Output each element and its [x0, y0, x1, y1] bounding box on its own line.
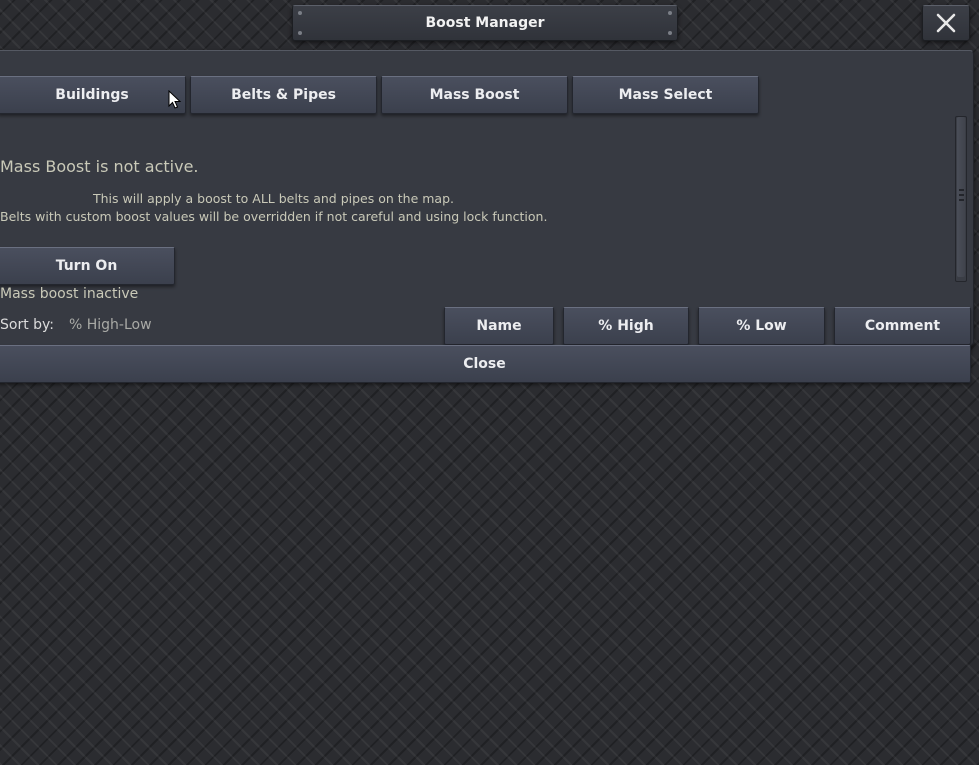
close-icon: [936, 13, 956, 33]
button-label: Comment: [864, 318, 941, 334]
sort-current-value: % High-Low: [69, 317, 152, 333]
turn-on-button[interactable]: Turn On: [0, 247, 175, 285]
close-button[interactable]: Close: [0, 345, 971, 383]
rivet: [298, 31, 302, 35]
scrollbar-thumb[interactable]: [957, 117, 965, 277]
sort-high-button[interactable]: % High: [563, 307, 689, 345]
mass-boost-description-line2: Belts with custom boost values will be o…: [0, 209, 548, 224]
sort-name-button[interactable]: Name: [444, 307, 554, 345]
tab-label: Buildings: [55, 87, 129, 103]
sort-comment-button[interactable]: Comment: [834, 307, 971, 345]
window-close-button[interactable]: [922, 5, 970, 41]
sort-low-button[interactable]: % Low: [698, 307, 825, 345]
window-title-bar: Boost Manager: [292, 5, 678, 41]
button-label: % High: [598, 318, 654, 334]
mass-boost-status-text: Mass boost inactive: [0, 286, 139, 302]
mass-boost-status-heading: Mass Boost is not active.: [0, 157, 199, 176]
button-label: % Low: [736, 318, 787, 334]
grip-line: [959, 189, 964, 191]
button-label: Name: [476, 318, 522, 334]
vertical-scrollbar[interactable]: [955, 116, 967, 282]
rivet: [298, 11, 302, 15]
grip-line: [959, 194, 964, 196]
tab-mass-select[interactable]: Mass Select: [572, 76, 759, 114]
button-label: Turn On: [55, 258, 118, 274]
mass-boost-description-line1: This will apply a boost to ALL belts and…: [93, 191, 454, 206]
button-label: Close: [463, 356, 506, 372]
rivet: [668, 31, 672, 35]
rivet: [668, 11, 672, 15]
window-title: Boost Manager: [425, 15, 545, 31]
tab-label: Mass Boost: [429, 87, 520, 103]
tab-buildings[interactable]: Buildings: [0, 76, 186, 114]
tab-belts-pipes[interactable]: Belts & Pipes: [190, 76, 377, 114]
sort-label: Sort by:: [0, 317, 55, 333]
tab-label: Mass Select: [618, 87, 713, 103]
tab-label: Belts & Pipes: [231, 87, 336, 103]
mouse-cursor-icon: [168, 90, 182, 109]
grip-line: [959, 199, 964, 201]
tab-mass-boost[interactable]: Mass Boost: [381, 76, 568, 114]
